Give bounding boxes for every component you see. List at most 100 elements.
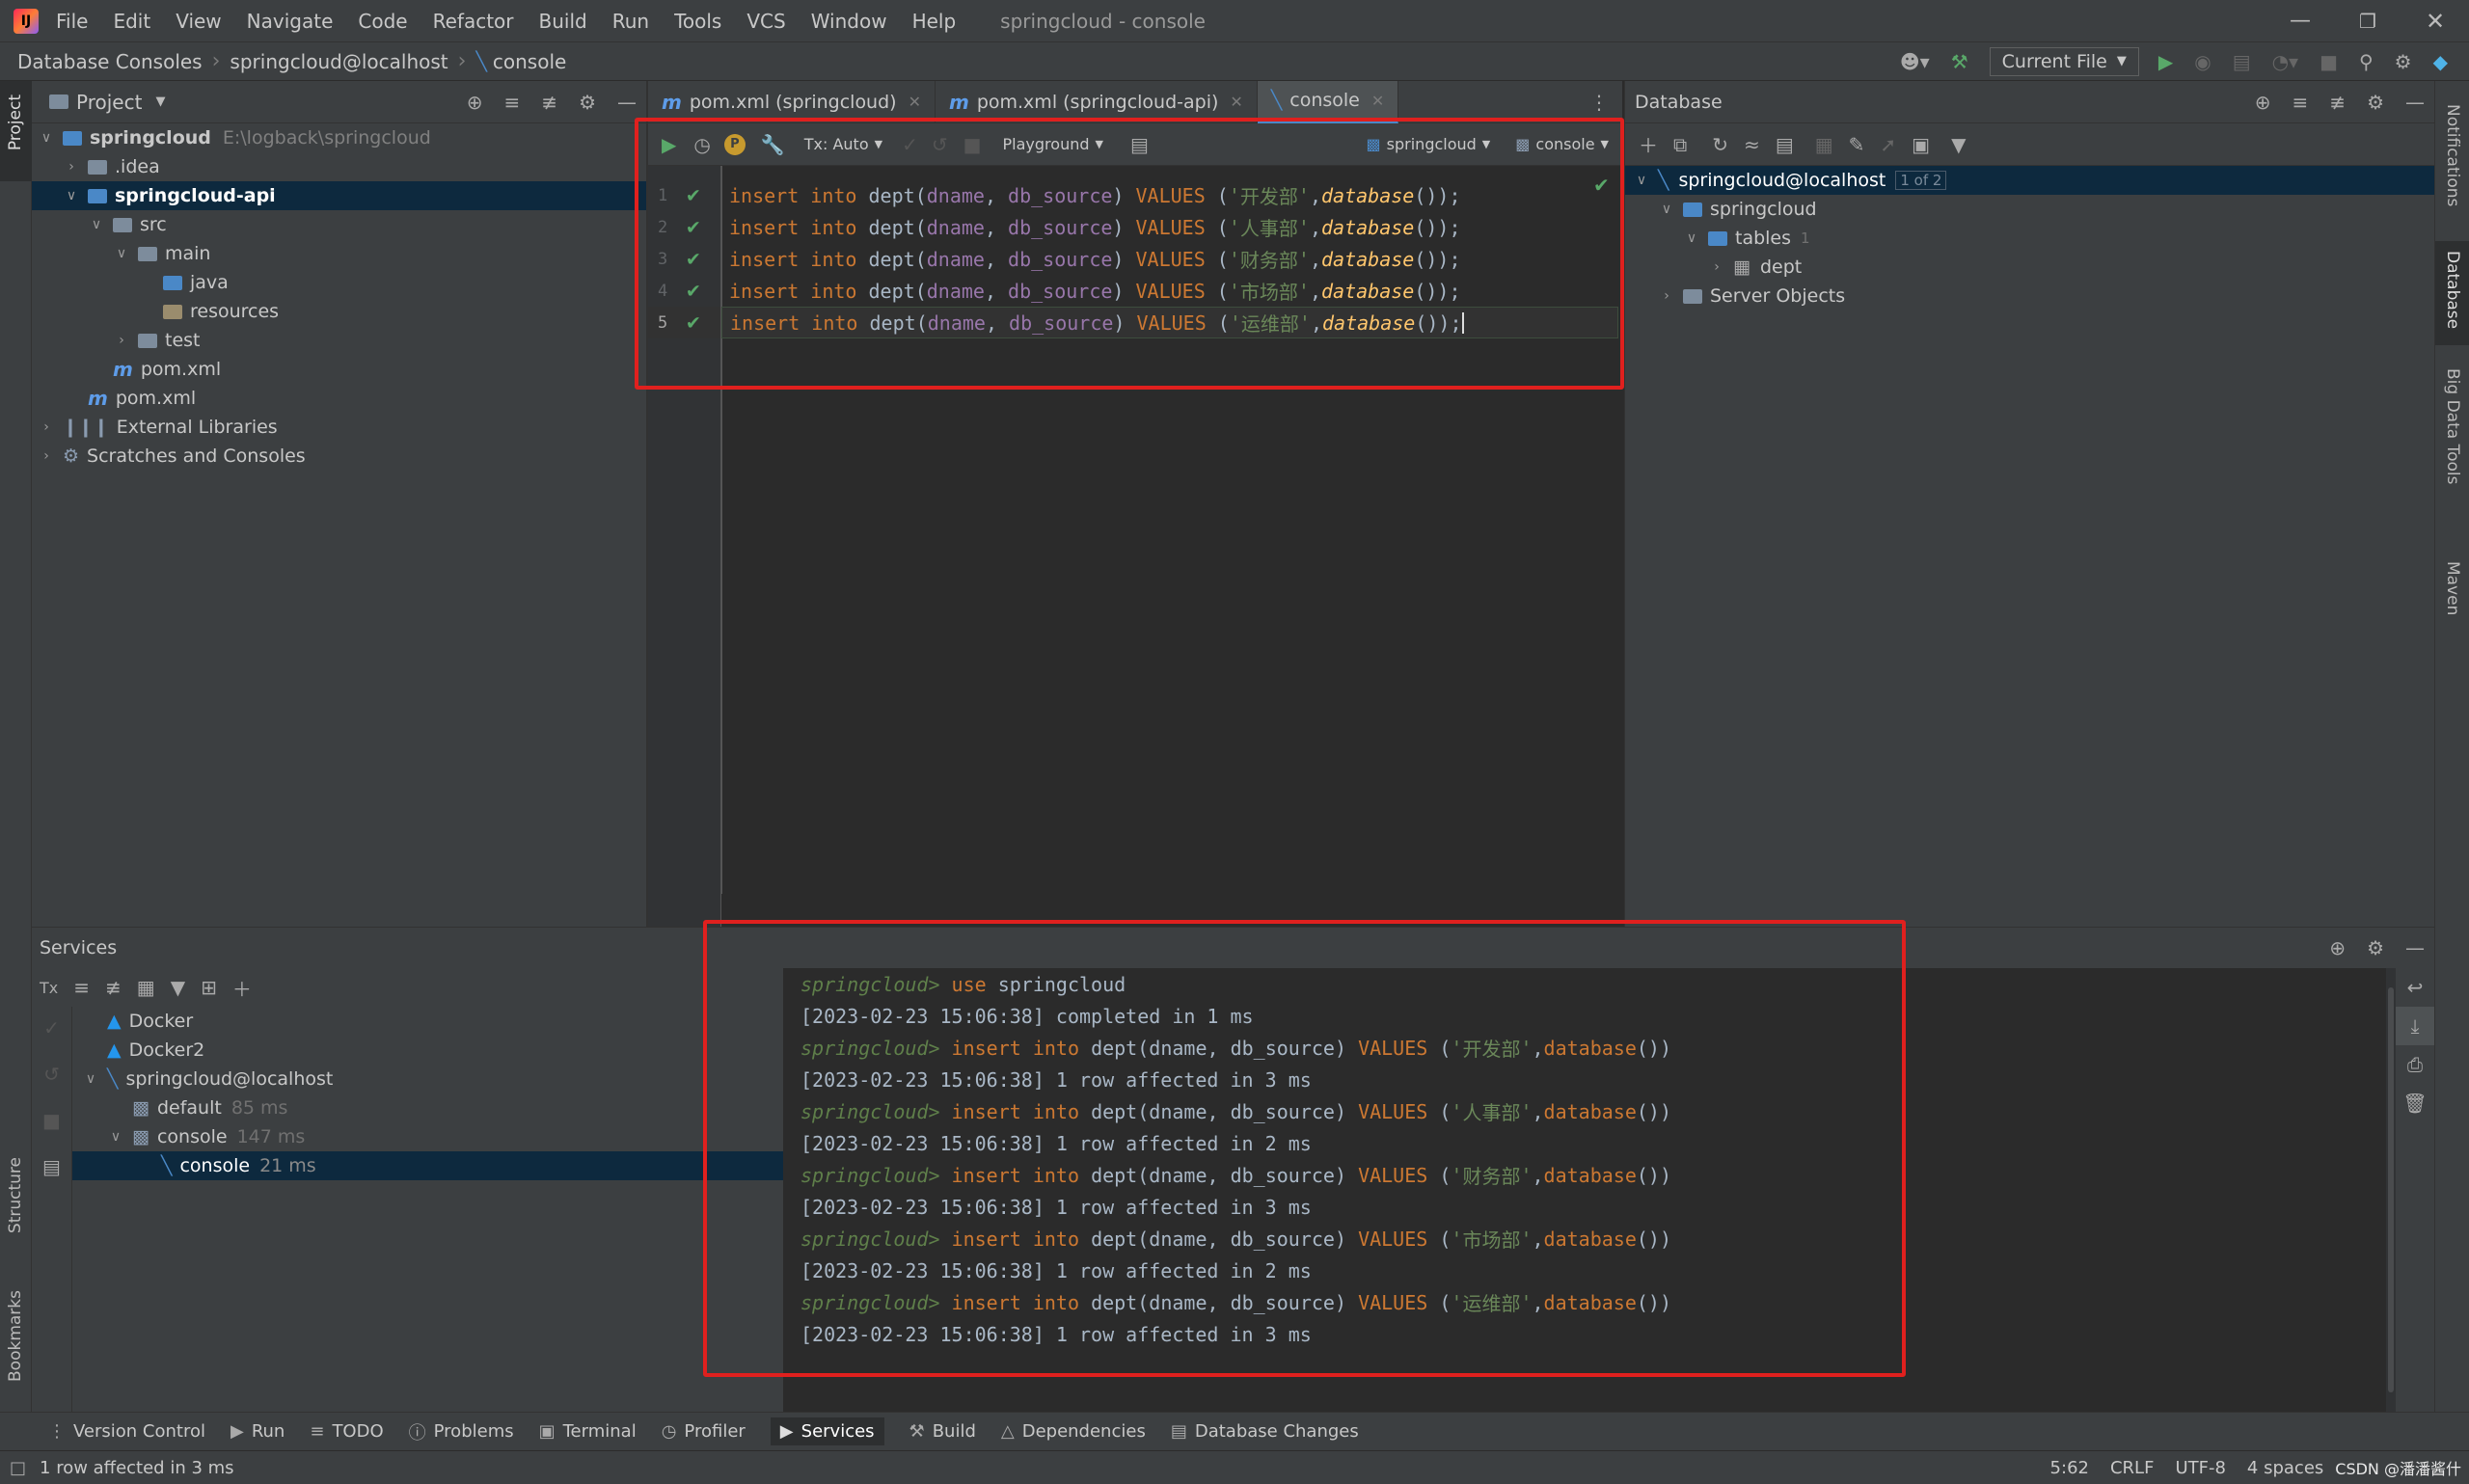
settings-gear-icon[interactable]: ⚙ xyxy=(2367,936,2384,959)
tree-item-pom-root[interactable]: m pom.xml xyxy=(32,384,646,413)
db-tree-schema[interactable]: ∨ springcloud xyxy=(1625,195,2434,224)
caret-position[interactable]: 5:62 xyxy=(2050,1458,2089,1478)
collapse-all-icon[interactable]: ≢ xyxy=(2329,91,2346,114)
breadcrumb-console[interactable]: console xyxy=(493,50,566,73)
sessions-badge[interactable]: 1 of 2 xyxy=(1895,171,1947,190)
breadcrumb-database-consoles[interactable]: Database Consoles xyxy=(17,50,203,73)
chevron-down-icon[interactable]: ∨ xyxy=(88,217,105,232)
chevron-down-icon[interactable]: ▼ xyxy=(155,94,165,109)
expand-all-icon[interactable]: ≡ xyxy=(2293,91,2309,114)
run-config-select[interactable]: Current File ▼ xyxy=(1989,46,2139,76)
settings-gear-icon[interactable]: ⚙ xyxy=(2395,50,2412,73)
locate-target-icon[interactable]: ⊕ xyxy=(2255,91,2271,114)
tool-tab-structure[interactable]: Structure xyxy=(6,1157,25,1233)
svc-docker2[interactable]: ▲ Docker2 xyxy=(72,1036,783,1065)
tree-item-idea[interactable]: › .idea xyxy=(32,152,646,181)
build-hammer-icon[interactable]: ⚒ xyxy=(1951,50,1968,73)
tool-tab-notifications[interactable]: Notifications xyxy=(2443,104,2462,206)
commit-icon[interactable]: ✓ xyxy=(32,1007,71,1053)
filter-icon[interactable]: ▼ xyxy=(171,976,185,999)
tool-tab-run[interactable]: ▶ Run xyxy=(231,1421,285,1442)
user-icon[interactable]: ☻▾ xyxy=(1900,50,1930,73)
tool-tab-bookmarks[interactable]: Bookmarks xyxy=(6,1290,25,1382)
line-separator[interactable]: CRLF xyxy=(2110,1458,2154,1478)
stop-icon[interactable]: ■ xyxy=(2320,50,2338,73)
chevron-right-icon[interactable]: › xyxy=(38,448,55,464)
tool-tab-terminal[interactable]: ▣ Terminal xyxy=(539,1421,637,1442)
file-encoding[interactable]: UTF-8 xyxy=(2175,1458,2225,1478)
restore-icon[interactable]: ❐ xyxy=(2334,10,2401,33)
menu-tools[interactable]: Tools xyxy=(674,10,721,33)
chevron-down-icon[interactable]: ∨ xyxy=(1633,173,1650,188)
tool-tab-big-data-tools[interactable]: Big Data Tools xyxy=(2443,368,2462,484)
menu-view[interactable]: View xyxy=(176,10,221,33)
profile-icon[interactable]: ◔▾ xyxy=(2272,50,2299,73)
menu-window[interactable]: Window xyxy=(811,10,887,33)
menu-code[interactable]: Code xyxy=(358,10,407,33)
close-tab-icon[interactable]: ✕ xyxy=(909,93,921,111)
tab-pom-springcloud-api[interactable]: m pom.xml (springcloud-api) ✕ xyxy=(936,80,1258,123)
locate-target-icon[interactable]: ⊕ xyxy=(467,91,483,114)
tree-item-springcloud-api[interactable]: ∨ springcloud-api xyxy=(32,181,646,210)
menu-file[interactable]: File xyxy=(56,10,88,33)
add-icon[interactable]: ＋ xyxy=(1639,130,1658,158)
chevron-down-icon[interactable]: ∨ xyxy=(82,1071,99,1087)
tree-item-java[interactable]: java xyxy=(32,268,646,297)
tool-tab-dependencies[interactable]: △ Dependencies xyxy=(1001,1421,1146,1442)
svc-console-session[interactable]: ∨ ▩ console 147 ms xyxy=(72,1122,783,1151)
rollback-icon[interactable]: ↺ xyxy=(32,1053,71,1099)
more-options-icon[interactable]: ⋮ xyxy=(1589,91,1609,114)
chevron-right-icon[interactable]: › xyxy=(38,419,55,435)
debug-icon[interactable]: ◉ xyxy=(2194,50,2211,73)
schema-sync-icon[interactable]: ≈ xyxy=(1744,133,1760,156)
settings-gear-icon[interactable]: ⚙ xyxy=(579,91,596,114)
menu-vcs[interactable]: VCS xyxy=(746,10,785,33)
menu-help[interactable]: Help xyxy=(912,10,957,33)
svc-datasource[interactable]: ∨ ╲ springcloud@localhost xyxy=(72,1065,783,1093)
close-icon[interactable]: ✕ xyxy=(2401,8,2469,35)
tool-tab-todo[interactable]: ≡ TODO xyxy=(310,1421,383,1442)
chevron-right-icon[interactable]: › xyxy=(1708,259,1725,275)
tree-item-test[interactable]: › test xyxy=(32,326,646,355)
tree-item-main[interactable]: ∨ main xyxy=(32,239,646,268)
console-open-icon[interactable]: ▣ xyxy=(1912,133,1930,156)
run-icon[interactable]: ▶ xyxy=(2158,50,2173,73)
menu-navigate[interactable]: Navigate xyxy=(247,10,334,33)
expand-all-icon[interactable]: ≡ xyxy=(504,91,521,114)
svc-default-session[interactable]: ▩ default 85 ms xyxy=(72,1093,783,1122)
tool-tab-problems[interactable]: ⓘ Problems xyxy=(409,1419,514,1444)
db-tree-tables[interactable]: ∨ tables 1 xyxy=(1625,224,2434,253)
collapse-all-icon[interactable]: ≢ xyxy=(541,91,557,114)
hide-panel-icon[interactable]: — xyxy=(2405,936,2425,959)
db-tree-server-objects[interactable]: › Server Objects xyxy=(1625,282,2434,310)
chevron-down-icon[interactable]: ∨ xyxy=(63,188,80,203)
soft-wrap-icon[interactable]: ↩ xyxy=(2396,968,2434,1007)
settings-gear-icon[interactable]: ⚙ xyxy=(2367,91,2384,114)
chevron-down-icon[interactable]: ∨ xyxy=(1683,230,1700,246)
close-tab-icon[interactable]: ✕ xyxy=(1230,93,1242,111)
close-tab-icon[interactable]: ✕ xyxy=(1371,92,1384,110)
chevron-right-icon[interactable]: › xyxy=(63,159,80,175)
search-icon[interactable]: ⚲ xyxy=(2359,50,2374,73)
tool-tab-services[interactable]: ▶ Services xyxy=(770,1417,884,1445)
menu-edit[interactable]: Edit xyxy=(113,10,150,33)
minimize-icon[interactable]: — xyxy=(2266,9,2334,33)
tool-tab-maven[interactable]: Maven xyxy=(2443,561,2462,615)
tool-tab-database[interactable]: Database xyxy=(2443,251,2462,329)
chevron-right-icon[interactable]: › xyxy=(1658,288,1675,304)
chevron-right-icon[interactable]: › xyxy=(113,333,130,348)
db-tree-table-dept[interactable]: › ▦ dept xyxy=(1625,253,2434,282)
add-service-icon[interactable]: ＋ xyxy=(232,974,252,1002)
tool-tab-version-control[interactable]: ⋮ Version Control xyxy=(48,1421,205,1442)
tree-item-pom-api[interactable]: m pom.xml xyxy=(32,355,646,384)
locate-target-icon[interactable]: ⊕ xyxy=(2329,936,2346,959)
chevron-down-icon[interactable]: ∨ xyxy=(1658,202,1675,217)
tx-icon[interactable]: Tx xyxy=(40,979,58,997)
layout-icon[interactable]: ▤ xyxy=(32,1146,71,1192)
menu-refactor[interactable]: Refactor xyxy=(433,10,514,33)
print-icon[interactable]: ⎙ xyxy=(2396,1045,2434,1084)
tab-pom-springcloud[interactable]: m pom.xml (springcloud) ✕ xyxy=(648,80,936,123)
stop-icon[interactable]: ■ xyxy=(32,1099,71,1146)
tree-item-external-libraries[interactable]: › ❙❙❙ External Libraries xyxy=(32,413,646,442)
db-tree-datasource[interactable]: ∨ ╲ springcloud@localhost 1 of 2 xyxy=(1625,166,2434,195)
